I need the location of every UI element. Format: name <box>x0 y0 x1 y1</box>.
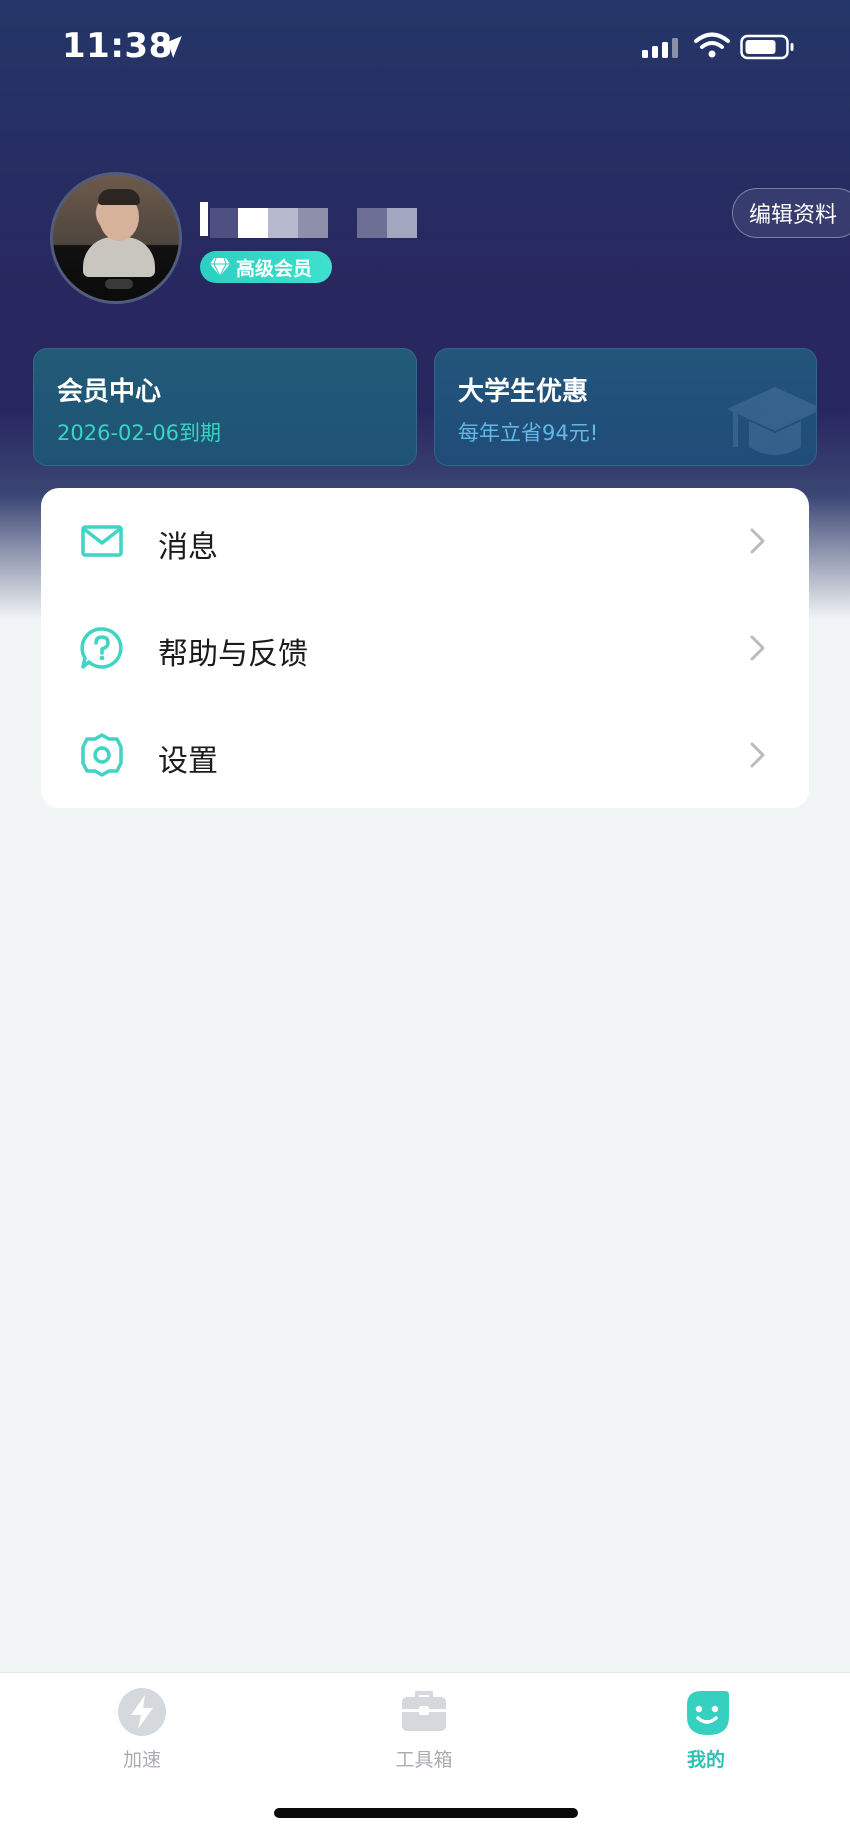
menu-item-settings[interactable]: 设置 <box>41 702 809 808</box>
chevron-right-icon <box>750 742 765 768</box>
signal-icon <box>642 38 678 58</box>
mail-icon <box>81 525 123 557</box>
menu-item-messages[interactable]: 消息 <box>41 488 809 594</box>
student-card-subtitle: 每年立省94元! <box>458 421 599 445</box>
avatar-photo <box>83 237 155 277</box>
tab-label: 工具箱 <box>395 1749 453 1771</box>
edit-profile-button[interactable]: 编辑资料 <box>732 188 850 238</box>
tab-label: 我的 <box>686 1749 725 1771</box>
diamond-icon <box>210 257 230 277</box>
menu-item-label: 设置 <box>158 744 218 779</box>
tab-toolbox[interactable]: 工具箱 <box>364 1687 484 1777</box>
menu-item-label: 帮助与反馈 <box>158 637 308 672</box>
status-bar: 11:38 <box>0 0 850 100</box>
student-discount-card[interactable]: 大学生优惠 每年立省94元! <box>434 348 817 466</box>
location-arrow-icon <box>160 36 182 58</box>
help-bubble-icon <box>80 627 123 669</box>
wifi-icon <box>694 32 730 58</box>
smile-face-icon <box>687 1691 729 1735</box>
avatar[interactable] <box>50 172 182 304</box>
tab-accelerate[interactable]: 加速 <box>82 1687 202 1777</box>
home-indicator <box>274 1808 578 1818</box>
menu-item-help-feedback[interactable]: 帮助与反馈 <box>41 595 809 701</box>
status-time: 11:38 <box>62 26 173 66</box>
vip-badge: 高级会员 <box>200 251 332 283</box>
member-card-title: 会员中心 <box>57 377 162 407</box>
graduation-cap-icon <box>727 387 816 455</box>
battery-icon <box>740 34 794 60</box>
tab-mine[interactable]: 我的 <box>646 1687 766 1777</box>
toolbox-icon <box>402 1691 446 1731</box>
settings-gear-icon <box>81 733 123 777</box>
chevron-right-icon <box>750 528 765 554</box>
vip-badge-label: 高级会员 <box>236 257 313 280</box>
chevron-right-icon <box>750 635 765 661</box>
student-card-title: 大学生优惠 <box>458 377 589 407</box>
menu-item-label: 消息 <box>158 530 218 565</box>
menu-list: 消息 帮助与反馈 设置 <box>41 488 809 808</box>
member-center-card[interactable]: 会员中心 2026-02-06到期 <box>33 348 417 466</box>
tab-label: 加速 <box>122 1749 161 1771</box>
username-redacted <box>200 202 430 238</box>
lightning-icon <box>118 1688 166 1736</box>
member-expiry-text: 2026-02-06到期 <box>57 421 222 445</box>
